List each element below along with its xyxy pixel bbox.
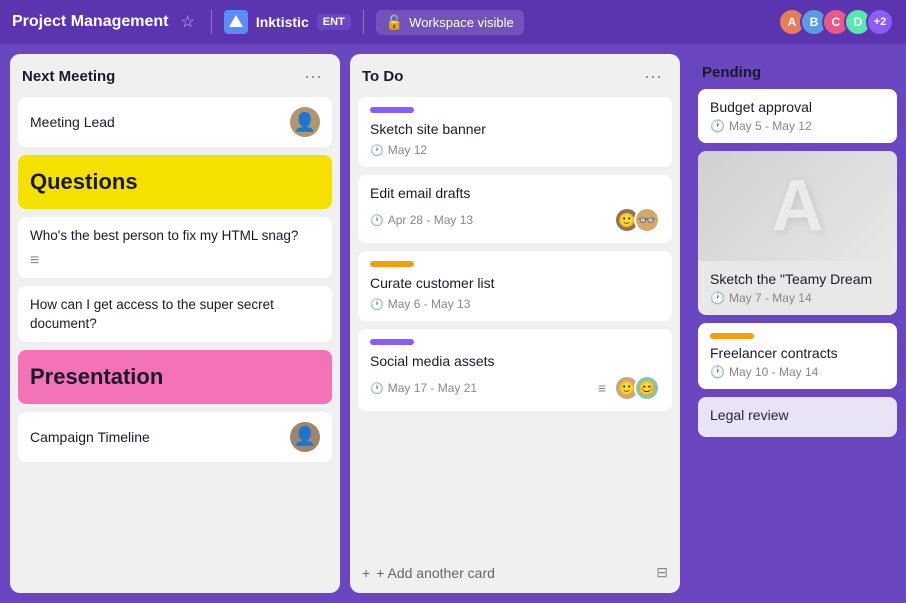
clock-icon-2: 🕐 xyxy=(370,214,384,227)
clock-icon-budget: 🕐 xyxy=(710,119,725,133)
curate-customer-date: 🕐 May 6 - May 13 xyxy=(370,297,660,311)
social-media-title: Social media assets xyxy=(370,353,660,369)
teamy-dream-content: Sketch the "Teamy Dream 🕐 May 7 - May 14 xyxy=(698,261,897,315)
add-card-label: + Add another card xyxy=(376,565,495,581)
tag-orange-1 xyxy=(370,261,414,267)
questions-label: Questions xyxy=(30,169,138,194)
legal-review-title: Legal review xyxy=(710,407,885,423)
edit-email-footer: 🕐 Apr 28 - May 13 🙂 👓 xyxy=(370,207,660,233)
add-card-button[interactable]: + + Add another card ⊟ xyxy=(358,556,672,589)
card-presentation[interactable]: Presentation xyxy=(18,350,332,404)
teamy-dream-date: 🕐 May 7 - May 14 xyxy=(710,291,885,305)
tag-purple-1 xyxy=(370,107,414,113)
edit-email-date: 🕐 Apr 28 - May 13 xyxy=(370,213,473,227)
plus-icon: + xyxy=(362,565,370,581)
divider2 xyxy=(363,10,364,34)
column-next-meeting: Next Meeting ··· Meeting Lead 👤 Question… xyxy=(10,54,340,593)
column-todo-header: To Do ··· xyxy=(350,54,680,97)
teamy-dream-image: A xyxy=(698,151,897,261)
workspace-logo xyxy=(224,10,248,34)
meeting-lead-text: Meeting Lead xyxy=(30,114,115,130)
teamy-dream-title: Sketch the "Teamy Dream xyxy=(710,271,885,287)
clock-icon-4: 🕐 xyxy=(370,382,384,395)
card-campaign-timeline[interactable]: Campaign Timeline 👤 xyxy=(18,412,332,462)
card-question-1[interactable]: Who's the best person to fix my HTML sna… xyxy=(18,217,332,278)
campaign-avatar: 👤 xyxy=(290,422,320,452)
divider xyxy=(211,10,212,34)
column-todo-title: To Do xyxy=(362,68,403,85)
avatar-edit-2: 👓 xyxy=(634,207,660,233)
card-questions[interactable]: Questions xyxy=(18,155,332,209)
collaborator-avatars: A B C D +2 xyxy=(784,8,894,36)
column-todo: To Do ··· Sketch site banner 🕐 May 12 Ed… xyxy=(350,54,680,593)
card-edit-email[interactable]: Edit email drafts 🕐 Apr 28 - May 13 🙂 👓 xyxy=(358,175,672,243)
lines-icon-1: ≡ xyxy=(30,252,320,270)
tag-purple-2 xyxy=(370,339,414,345)
column-next-meeting-header: Next Meeting ··· xyxy=(10,54,340,97)
budget-approval-date: 🕐 May 5 - May 12 xyxy=(710,119,885,133)
card-question-2[interactable]: How can I get access to the super secret… xyxy=(18,286,332,342)
board: Next Meeting ··· Meeting Lead 👤 Question… xyxy=(0,44,906,603)
clock-icon-1: 🕐 xyxy=(370,144,384,157)
column-pending-body: Budget approval 🕐 May 5 - May 12 A Sketc… xyxy=(690,89,905,593)
workspace-visible-label: Workspace visible xyxy=(409,15,514,30)
card-sketch-banner[interactable]: Sketch site banner 🕐 May 12 xyxy=(358,97,672,167)
freelancer-contracts-date: 🕐 May 10 - May 14 xyxy=(710,365,885,379)
workspace-name[interactable]: Inktistic xyxy=(256,14,309,30)
card-teamy-dream[interactable]: A Sketch the "Teamy Dream 🕐 May 7 - May … xyxy=(698,151,897,315)
sketch-banner-date: 🕐 May 12 xyxy=(370,143,660,157)
template-icon: ⊟ xyxy=(656,564,668,581)
card-social-media[interactable]: Social media assets 🕐 May 17 - May 21 ≡ … xyxy=(358,329,672,411)
workspace-badge: ENT xyxy=(317,14,351,30)
question-2-text: How can I get access to the super secret… xyxy=(30,296,320,334)
avatar-more[interactable]: +2 xyxy=(866,8,894,36)
tag-orange-freelancer xyxy=(710,333,754,339)
column-next-meeting-menu[interactable]: ··· xyxy=(298,64,328,89)
freelancer-contracts-title: Freelancer contracts xyxy=(710,345,885,361)
sketch-banner-title: Sketch site banner xyxy=(370,121,660,137)
add-card-left: + + Add another card xyxy=(362,565,495,581)
budget-approval-title: Budget approval xyxy=(710,99,885,115)
card-curate-customer[interactable]: Curate customer list 🕐 May 6 - May 13 xyxy=(358,251,672,321)
workspace-visible-icon: 🔓 xyxy=(386,14,403,31)
teamy-dream-letter: A xyxy=(772,165,824,247)
star-icon[interactable]: ☆ xyxy=(176,8,198,36)
column-pending: Pending Budget approval 🕐 May 5 - May 12… xyxy=(690,54,905,593)
lines-icon-social: ≡ xyxy=(598,380,606,396)
column-pending-header: Pending xyxy=(690,54,905,89)
edit-email-title: Edit email drafts xyxy=(370,185,660,201)
presentation-label: Presentation xyxy=(30,364,163,389)
campaign-timeline-text: Campaign Timeline xyxy=(30,429,150,445)
clock-icon-teamy: 🕐 xyxy=(710,291,725,305)
card-legal-review[interactable]: Legal review xyxy=(698,397,897,437)
column-next-meeting-title: Next Meeting xyxy=(22,68,115,85)
clock-icon-3: 🕐 xyxy=(370,298,384,311)
card-freelancer-contracts[interactable]: Freelancer contracts 🕐 May 10 - May 14 xyxy=(698,323,897,389)
card-budget-approval[interactable]: Budget approval 🕐 May 5 - May 12 xyxy=(698,89,897,143)
social-media-avatars: 🙂 😊 xyxy=(614,375,660,401)
workspace-visible-button[interactable]: 🔓 Workspace visible xyxy=(376,10,524,35)
column-todo-menu[interactable]: ··· xyxy=(638,64,668,89)
column-next-meeting-body: Meeting Lead 👤 Questions Who's the best … xyxy=(10,97,340,593)
card-meeting-lead[interactable]: Meeting Lead 👤 xyxy=(18,97,332,147)
avatar-social-2: 😊 xyxy=(634,375,660,401)
question-1-text: Who's the best person to fix my HTML sna… xyxy=(30,227,320,246)
topbar: Project Management ☆ Inktistic ENT 🔓 Wor… xyxy=(0,0,906,44)
meeting-lead-avatar: 👤 xyxy=(290,107,320,137)
edit-email-avatars: 🙂 👓 xyxy=(614,207,660,233)
column-pending-title: Pending xyxy=(702,64,761,81)
column-todo-body: Sketch site banner 🕐 May 12 Edit email d… xyxy=(350,97,680,556)
clock-icon-freelancer: 🕐 xyxy=(710,365,725,379)
app-title: Project Management xyxy=(12,13,168,31)
social-media-footer: 🕐 May 17 - May 21 ≡ 🙂 😊 xyxy=(370,375,660,401)
curate-customer-title: Curate customer list xyxy=(370,275,660,291)
social-media-date: 🕐 May 17 - May 21 xyxy=(370,381,477,395)
